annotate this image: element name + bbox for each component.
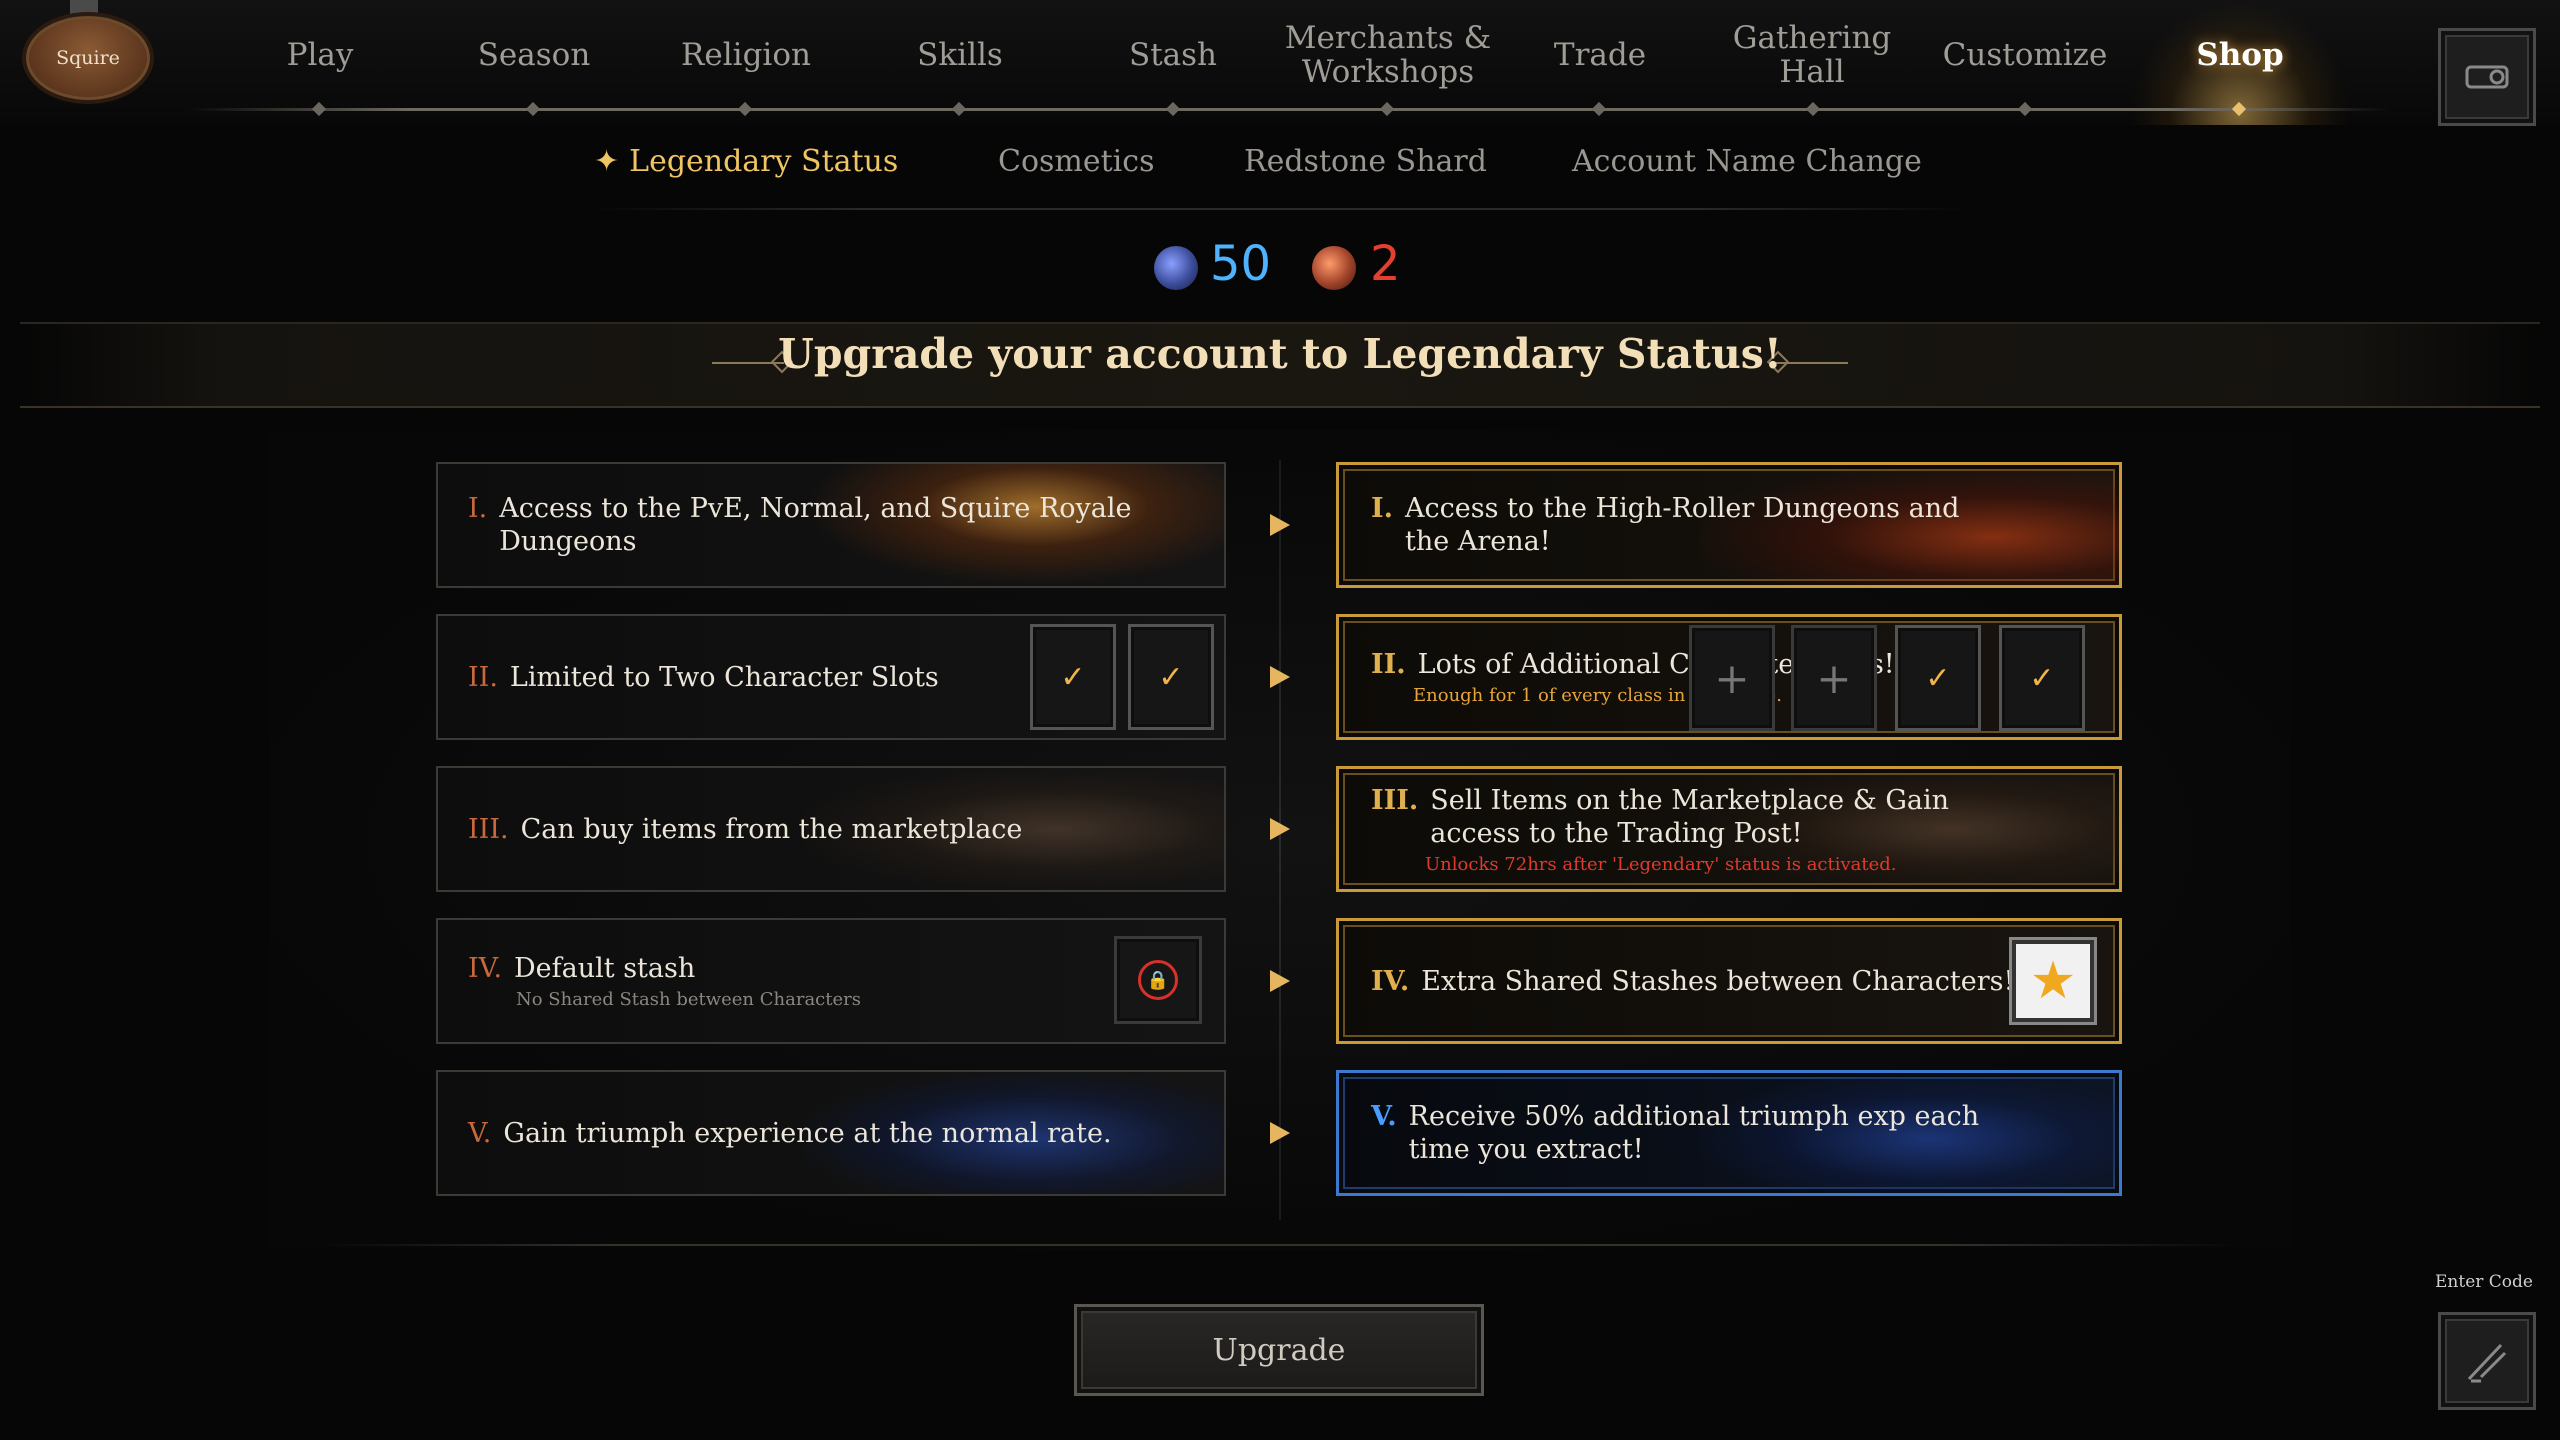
benefit-text: Gain triumph experience at the normal ra… bbox=[503, 1117, 1112, 1149]
benefit-numeral: V. bbox=[468, 1117, 492, 1149]
character-slot: ✓ bbox=[1128, 624, 1214, 730]
benefit-numeral: V. bbox=[1371, 1101, 1397, 1132]
sparkle-icon: ✦ bbox=[594, 144, 620, 179]
nav-tab-season[interactable]: Season bbox=[460, 0, 608, 110]
nav-tab-label: Shop bbox=[2196, 37, 2284, 73]
legendary-benefit-row: I. Access to the High-Roller Dungeons and… bbox=[1336, 462, 2122, 588]
upgrade-label: Upgrade bbox=[1212, 1332, 1346, 1368]
subtab-label: Account Name Change bbox=[1572, 144, 1922, 179]
nav-tab-label: Stash bbox=[1128, 37, 1218, 73]
quill-icon bbox=[2467, 1343, 2507, 1383]
shared-stash-slot: ★ bbox=[2009, 937, 2097, 1025]
benefit-numeral: II. bbox=[468, 661, 498, 693]
standard-benefit-row: I. Access to the PvE, Normal, and Squire … bbox=[436, 462, 1226, 588]
check-icon: ✓ bbox=[1925, 660, 1951, 696]
nav-tab-trade[interactable]: Trade bbox=[1540, 0, 1660, 110]
plus-icon: + bbox=[1816, 653, 1852, 703]
star-icon: ★ bbox=[2029, 951, 2077, 1011]
benefit-text: Extra Shared Stashes between Characters! bbox=[1421, 965, 2015, 997]
character-slot: ✓ bbox=[1030, 624, 1116, 730]
nav-tab-label: Gathering Hall bbox=[1732, 20, 1892, 90]
nav-tab-religion[interactable]: Religion bbox=[666, 0, 826, 110]
benefit-subtext: No Shared Stash between Characters bbox=[516, 989, 861, 1010]
subtab-divider bbox=[590, 208, 1970, 210]
legendary-benefit-row: V. Receive 50% additional triumph exp eac… bbox=[1336, 1070, 2122, 1196]
benefit-numeral: I. bbox=[468, 493, 488, 524]
check-icon: ✓ bbox=[1060, 659, 1086, 695]
check-icon: ✓ bbox=[1158, 659, 1184, 695]
account-rank-label: Squire bbox=[56, 47, 120, 69]
standard-benefit-row: III.Can buy items from the marketplace 🔒 bbox=[436, 766, 1226, 892]
nav-tab-skills[interactable]: Skills bbox=[900, 0, 1020, 110]
benefit-numeral: III. bbox=[1371, 784, 1419, 816]
subtab-legendary-status[interactable]: ✦ Legendary Status bbox=[594, 144, 898, 179]
benefit-text: Access to the PvE, Normal, and Squire Ro… bbox=[499, 493, 1132, 557]
page-title: Upgrade your account to Legendary Status… bbox=[778, 330, 1782, 378]
benefit-text: Can buy items from the marketplace bbox=[520, 813, 1023, 845]
scroll-icon bbox=[2465, 65, 2509, 89]
account-rank-badge[interactable]: Squire bbox=[22, 12, 154, 104]
nav-tab-label: Play bbox=[286, 37, 354, 73]
benefit-numeral: I. bbox=[1371, 493, 1394, 524]
nav-tab-customize[interactable]: Customize bbox=[1930, 0, 2120, 110]
upgrade-button[interactable]: Upgrade bbox=[1074, 1304, 1484, 1396]
nav-tab-label: Trade bbox=[1553, 37, 1647, 73]
subtab-cosmetics[interactable]: Cosmetics bbox=[998, 144, 1154, 179]
nav-tab-gathering-hall[interactable]: Gathering Hall bbox=[1712, 0, 1912, 110]
nav-tab-shop[interactable]: Shop bbox=[2170, 0, 2310, 110]
subtab-redstone-shard[interactable]: Redstone Shard bbox=[1244, 144, 1487, 179]
nav-tab-label: Merchants & Workshops bbox=[1284, 20, 1492, 90]
character-slot: ✓ bbox=[1895, 625, 1981, 731]
blue-shard-icon bbox=[1154, 246, 1198, 290]
arrow-right-icon bbox=[1270, 818, 1290, 840]
nav-tab-label: Religion bbox=[681, 37, 811, 73]
benefit-text: Limited to Two Character Slots bbox=[509, 661, 939, 693]
stash-slot: 🔒 bbox=[1114, 936, 1202, 1024]
blue-shard-count: 50 bbox=[1210, 236, 1272, 292]
character-slot: + bbox=[1689, 625, 1775, 731]
benefit-text: Default stash bbox=[514, 953, 696, 984]
benefit-numeral: III. bbox=[468, 813, 509, 845]
standard-benefit-row: IV. Default stash No Shared Stash between… bbox=[436, 918, 1226, 1044]
nav-tab-stash[interactable]: Stash bbox=[1110, 0, 1236, 110]
nav-tab-label: Skills bbox=[917, 37, 1003, 73]
lock-icon: 🔒 bbox=[1138, 960, 1178, 1000]
plus-icon: + bbox=[1714, 653, 1750, 703]
arrow-right-icon bbox=[1270, 666, 1290, 688]
panel-bottom-divider bbox=[320, 1244, 2240, 1246]
check-icon: ✓ bbox=[2029, 660, 2055, 696]
nav-tab-label: Season bbox=[477, 37, 591, 73]
benefit-text: Sell Items on the Marketplace & Gain acc… bbox=[1430, 784, 1950, 849]
nav-tab-label: Customize bbox=[1942, 37, 2108, 73]
benefit-numeral: IV. bbox=[1371, 965, 1410, 997]
legendary-benefit-row: + + ✓ ✓ II. Lots of Additional Character … bbox=[1336, 614, 2122, 740]
subtab-label: Cosmetics bbox=[998, 144, 1155, 179]
arrow-right-icon bbox=[1270, 514, 1290, 536]
red-shard-count: 2 bbox=[1370, 236, 1401, 292]
nav-tab-merchants-workshops[interactable]: Merchants & Workshops bbox=[1270, 0, 1506, 110]
legendary-benefit-row: III. Sell Items on the Marketplace & Gain… bbox=[1336, 766, 2122, 892]
subtab-account-name-change[interactable]: Account Name Change bbox=[1572, 144, 1922, 179]
enter-code-button[interactable] bbox=[2438, 1312, 2536, 1410]
benefit-numeral: IV. bbox=[468, 953, 503, 984]
enter-code-label: Enter Code bbox=[2435, 1272, 2533, 1292]
legendary-benefit-row: IV. Extra Shared Stashes between Characte… bbox=[1336, 918, 2122, 1044]
settings-button[interactable] bbox=[2438, 28, 2536, 126]
benefit-text: Receive 50% additional triumph exp each … bbox=[1408, 1101, 1980, 1165]
red-shard-icon bbox=[1312, 246, 1356, 290]
subtab-label: Legendary Status bbox=[629, 144, 899, 179]
benefit-numeral: II. bbox=[1371, 649, 1406, 680]
standard-benefit-row: V. Gain triumph experience at the normal … bbox=[436, 1070, 1226, 1196]
standard-benefit-row: II. Limited to Two Character Slots ✓ ✓ bbox=[436, 614, 1226, 740]
benefit-text: Access to the High-Roller Dungeons and t… bbox=[1405, 493, 1960, 557]
arrow-right-icon bbox=[1270, 970, 1290, 992]
subtab-label: Redstone Shard bbox=[1244, 144, 1487, 179]
column-divider bbox=[1279, 460, 1281, 1220]
character-slot: + bbox=[1791, 625, 1877, 731]
character-slot: ✓ bbox=[1999, 625, 2085, 731]
benefit-subtext: Unlocks 72hrs after 'Legendary' status i… bbox=[1425, 853, 1897, 875]
arrow-right-icon bbox=[1270, 1122, 1290, 1144]
nav-tab-play[interactable]: Play bbox=[250, 0, 390, 110]
